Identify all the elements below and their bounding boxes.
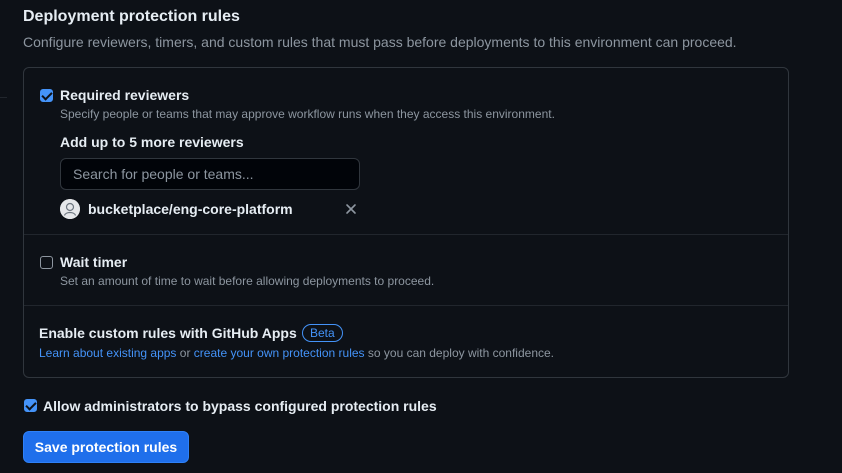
or-text: or (176, 346, 194, 360)
section-subtitle: Configure reviewers, timers, and custom … (23, 34, 737, 50)
custom-rules-links: Learn about existing apps or create your… (39, 346, 554, 360)
reviewer-search-input[interactable] (60, 158, 360, 190)
custom-rules-suffix: so you can deploy with confidence. (364, 346, 554, 360)
close-icon[interactable] (344, 202, 358, 216)
custom-rules-title: Enable custom rules with GitHub Apps (39, 325, 297, 341)
protection-rules-page: Deployment protection rules Configure re… (0, 0, 842, 473)
wait-timer-label: Wait timer (60, 254, 128, 270)
protection-rules-box: Required reviewers Specify people or tea… (23, 67, 789, 378)
reviewer-name: bucketplace/eng-core-platform (88, 201, 293, 217)
beta-badge: Beta (302, 324, 343, 342)
required-reviewers-checkbox[interactable] (40, 89, 53, 102)
wait-timer-description: Set an amount of time to wait before all… (60, 274, 435, 288)
required-reviewers-description: Specify people or teams that may approve… (60, 107, 555, 121)
add-reviewers-label: Add up to 5 more reviewers (60, 134, 244, 150)
divider (24, 234, 788, 235)
required-reviewers-label: Required reviewers (60, 87, 190, 103)
create-rules-link[interactable]: create your own protection rules (194, 346, 365, 360)
admin-bypass-checkbox[interactable] (24, 399, 37, 412)
team-avatar-icon (60, 199, 80, 219)
save-protection-rules-button[interactable]: Save protection rules (23, 431, 189, 463)
wait-timer-checkbox[interactable] (40, 256, 53, 269)
left-divider (0, 97, 7, 98)
admin-bypass-label: Allow administrators to bypass configure… (43, 398, 437, 414)
learn-apps-link[interactable]: Learn about existing apps (39, 346, 176, 360)
divider (24, 305, 788, 306)
section-title: Deployment protection rules (23, 8, 240, 25)
